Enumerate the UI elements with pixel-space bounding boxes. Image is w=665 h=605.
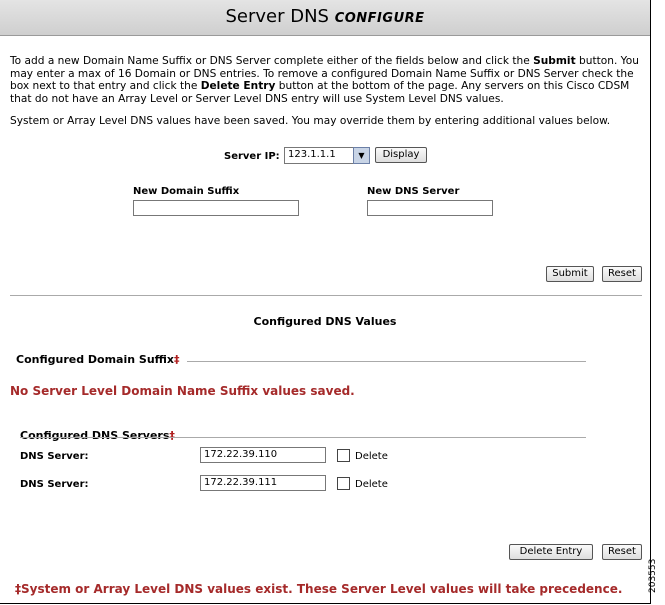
chevron-down-icon[interactable]: ▼	[353, 147, 370, 164]
delete-label: Delete	[355, 451, 388, 462]
reset-button[interactable]: Reset	[602, 266, 642, 282]
new-dns-server-label: New DNS Server	[367, 186, 460, 197]
figure-id: 203553	[648, 558, 658, 593]
reset-button-bottom[interactable]: Reset	[602, 544, 642, 560]
dagger-mark: ‡	[169, 429, 175, 442]
page-title: Server DNS CONFIGURE	[225, 6, 425, 27]
new-domain-suffix-label: New Domain Suffix	[133, 186, 240, 197]
dns-server-value: 172.22.39.111	[200, 475, 326, 491]
delete-entry-button[interactable]: Delete Entry	[509, 544, 593, 560]
new-domain-suffix-input[interactable]	[133, 200, 299, 216]
delete-checkbox[interactable]	[337, 477, 350, 490]
server-ip-label: Server IP:	[224, 151, 280, 162]
precedence-footnote: ‡System or Array Level DNS values exist.…	[15, 582, 623, 596]
dns-servers-rule	[20, 437, 586, 438]
configured-dns-servers-heading: Configured DNS Servers‡	[20, 429, 175, 442]
divider	[10, 295, 642, 296]
display-button[interactable]: Display	[375, 147, 427, 163]
domain-suffix-rule	[187, 361, 586, 362]
submit-button[interactable]: Submit	[546, 266, 594, 282]
instructions-text: To add a new Domain Name Suffix or DNS S…	[10, 55, 639, 105]
dns-server-label: DNS Server:	[20, 451, 89, 462]
delete-checkbox[interactable]	[337, 449, 350, 462]
new-dns-server-input[interactable]	[367, 200, 493, 216]
server-ip-value: 123.1.1.1	[288, 149, 336, 160]
delete-label: Delete	[355, 479, 388, 490]
saved-note: System or Array Level DNS values have be…	[10, 115, 611, 127]
configured-dns-values-title: Configured DNS Values	[253, 315, 397, 328]
dagger-mark: ‡	[174, 353, 180, 366]
dns-server-label: DNS Server:	[20, 479, 89, 490]
page-subtitle: CONFIGURE	[334, 11, 425, 26]
server-ip-select[interactable]: 123.1.1.1 ▼	[284, 147, 370, 164]
no-domain-suffix-message: No Server Level Domain Name Suffix value…	[10, 384, 355, 398]
title-bar: Server DNS CONFIGURE	[0, 0, 650, 36]
dns-server-value: 172.22.39.110	[200, 447, 326, 463]
configured-domain-suffix-heading: Configured Domain Suffix‡	[16, 353, 180, 366]
